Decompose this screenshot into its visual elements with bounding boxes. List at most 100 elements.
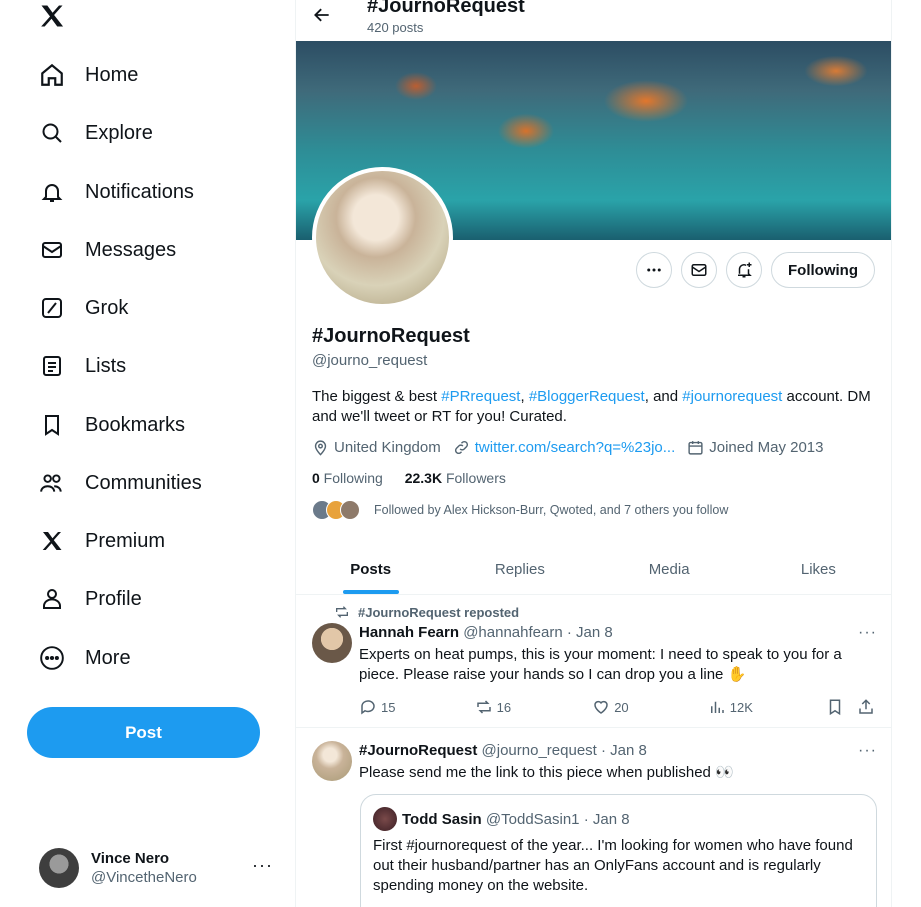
location-pin-icon bbox=[314, 440, 327, 456]
nav-messages[interactable]: Messages bbox=[38, 230, 176, 270]
list-icon bbox=[38, 352, 66, 380]
bio-text: , bbox=[520, 388, 529, 405]
tab-likes[interactable]: Likes bbox=[744, 545, 891, 594]
joined-date: Joined May 2013 bbox=[687, 439, 824, 456]
like-button[interactable]: 20 bbox=[592, 698, 708, 716]
nav-lists[interactable]: Lists bbox=[38, 346, 126, 386]
repost-icon bbox=[336, 606, 348, 618]
grok-icon bbox=[38, 294, 66, 322]
location: United Kingdom bbox=[312, 439, 441, 456]
hashtag-link[interactable]: #PRrequest bbox=[441, 388, 520, 405]
followed-by-text: Followed by Alex Hickson-Burr, Qwoted, a… bbox=[374, 503, 729, 517]
following-count[interactable]: 0 Following bbox=[312, 470, 383, 486]
more-horizontal-icon bbox=[647, 268, 661, 272]
author-name[interactable]: #JournoRequest bbox=[359, 742, 477, 759]
back-arrow-icon[interactable] bbox=[312, 5, 334, 27]
nav-label: Bookmarks bbox=[85, 413, 186, 436]
nav-more[interactable]: More bbox=[38, 638, 131, 678]
x-logo-icon[interactable] bbox=[38, 2, 68, 32]
nav-label: Home bbox=[85, 63, 139, 86]
tweet-header: Hannah Fearn @hannahfearn · Jan 8 bbox=[359, 624, 613, 641]
notify-button[interactable] bbox=[726, 252, 763, 288]
person-icon bbox=[38, 585, 66, 613]
tweet-text: Experts on heat pumps, this is your mome… bbox=[359, 646, 842, 683]
avatar[interactable] bbox=[312, 741, 352, 781]
left-sidebar: Home Explore Notifications Messages Grok… bbox=[0, 0, 295, 907]
envelope-icon bbox=[691, 264, 707, 276]
profile-handle: @journo_request bbox=[312, 352, 428, 369]
repost-label: #JournoRequest reposted bbox=[358, 604, 520, 620]
profile-column: #JournoRequest 420 posts Following #Jour… bbox=[295, 0, 892, 907]
nav-label: Lists bbox=[85, 354, 127, 377]
more-icon[interactable]: ··· bbox=[252, 855, 273, 876]
tab-posts[interactable]: Posts bbox=[296, 545, 445, 594]
tab-media[interactable]: Media bbox=[595, 545, 744, 594]
page-title: #JournoRequest bbox=[367, 0, 525, 17]
avatar[interactable] bbox=[312, 623, 352, 663]
bio-text: The biggest & best bbox=[312, 388, 442, 405]
repost-button[interactable]: 16 bbox=[475, 698, 593, 716]
author-handle-time: @hannahfearn · Jan 8 bbox=[463, 624, 613, 641]
quoted-tweet[interactable]: Todd Sasin @ToddSasin1 · Jan 8 First #jo… bbox=[360, 794, 877, 907]
repost-indicator: #JournoRequest reposted bbox=[334, 604, 519, 620]
views-button[interactable]: 12K bbox=[708, 698, 827, 716]
more-icon[interactable]: ··· bbox=[858, 624, 877, 642]
quote-handle-time: @ToddSasin1 · Jan 8 bbox=[485, 810, 630, 828]
hashtag-link[interactable]: #journorequest bbox=[682, 388, 782, 405]
bookmark-icon bbox=[830, 699, 841, 716]
nav-grok[interactable]: Grok bbox=[38, 288, 128, 328]
followed-by[interactable]: Followed by Alex Hickson-Burr, Qwoted, a… bbox=[312, 500, 728, 520]
share-button[interactable] bbox=[857, 698, 879, 716]
location-text: United Kingdom bbox=[334, 439, 441, 456]
quote-text: First #journorequest of the year... I'm … bbox=[373, 837, 853, 894]
tab-replies[interactable]: Replies bbox=[445, 545, 594, 594]
profile-avatar[interactable] bbox=[312, 167, 453, 308]
nav-label: Explore bbox=[85, 121, 153, 144]
author-name[interactable]: Hannah Fearn bbox=[359, 624, 459, 641]
nav-label: Profile bbox=[85, 587, 142, 610]
account-switcher[interactable]: Vince Nero @VincetheNero ··· bbox=[39, 847, 279, 889]
share-icon bbox=[859, 699, 873, 714]
nav-label: More bbox=[85, 646, 131, 669]
tweet-text: Please send me the link to this piece wh… bbox=[359, 764, 734, 781]
nav-explore[interactable]: Explore bbox=[38, 113, 153, 153]
profile-meta: United Kingdom twitter.com/search?q=%23j… bbox=[312, 439, 836, 456]
author-handle-time: @journo_request · Jan 8 bbox=[481, 742, 647, 759]
profile-bio: The biggest & best #PRrequest, #BloggerR… bbox=[312, 387, 877, 427]
post-button[interactable]: Post bbox=[27, 707, 260, 758]
bell-icon bbox=[38, 178, 66, 206]
profile-tabs: Posts Replies Media Likes bbox=[296, 545, 891, 595]
heart-icon bbox=[594, 700, 608, 714]
nav-profile[interactable]: Profile bbox=[38, 579, 142, 619]
nav-communities[interactable]: Communities bbox=[38, 463, 202, 503]
repost-icon bbox=[476, 700, 491, 714]
link-icon bbox=[454, 440, 468, 455]
more-options-button[interactable] bbox=[636, 252, 673, 288]
profile-name: #JournoRequest bbox=[312, 325, 470, 347]
nav-premium[interactable]: Premium bbox=[38, 521, 165, 561]
nav-label: Communities bbox=[85, 471, 202, 494]
tweet-header: #JournoRequest @journo_request · Jan 8 bbox=[359, 742, 647, 759]
followers-count[interactable]: 22.3K Followers bbox=[405, 470, 506, 486]
nav-label: Messages bbox=[85, 238, 177, 261]
more-icon[interactable]: ··· bbox=[858, 742, 877, 760]
nav-label: Grok bbox=[85, 296, 129, 319]
website[interactable]: twitter.com/search?q=%23jo... bbox=[453, 439, 676, 456]
avatar bbox=[39, 848, 79, 888]
nav-home[interactable]: Home bbox=[38, 55, 138, 95]
envelope-icon bbox=[38, 236, 66, 264]
nav-notifications[interactable]: Notifications bbox=[38, 172, 194, 212]
nav-bookmarks[interactable]: Bookmarks bbox=[38, 405, 185, 445]
reply-button[interactable]: 15 bbox=[359, 698, 475, 716]
nav-label: Premium bbox=[85, 529, 166, 552]
account-name: Vince Nero bbox=[91, 850, 170, 867]
profile-header-bar: #JournoRequest 420 posts bbox=[296, 0, 891, 41]
quote-author-name: Todd Sasin bbox=[402, 810, 482, 828]
hashtag-link[interactable]: #BloggerRequest bbox=[529, 388, 645, 405]
message-button[interactable] bbox=[681, 252, 718, 288]
following-button[interactable]: Following bbox=[771, 252, 875, 288]
avatar bbox=[373, 807, 397, 831]
bookmark-button[interactable] bbox=[826, 698, 857, 716]
tweet[interactable]: #JournoRequest reposted Hannah Fearn @ha… bbox=[296, 596, 891, 728]
website-link[interactable]: twitter.com/search?q=%23jo... bbox=[475, 439, 676, 456]
